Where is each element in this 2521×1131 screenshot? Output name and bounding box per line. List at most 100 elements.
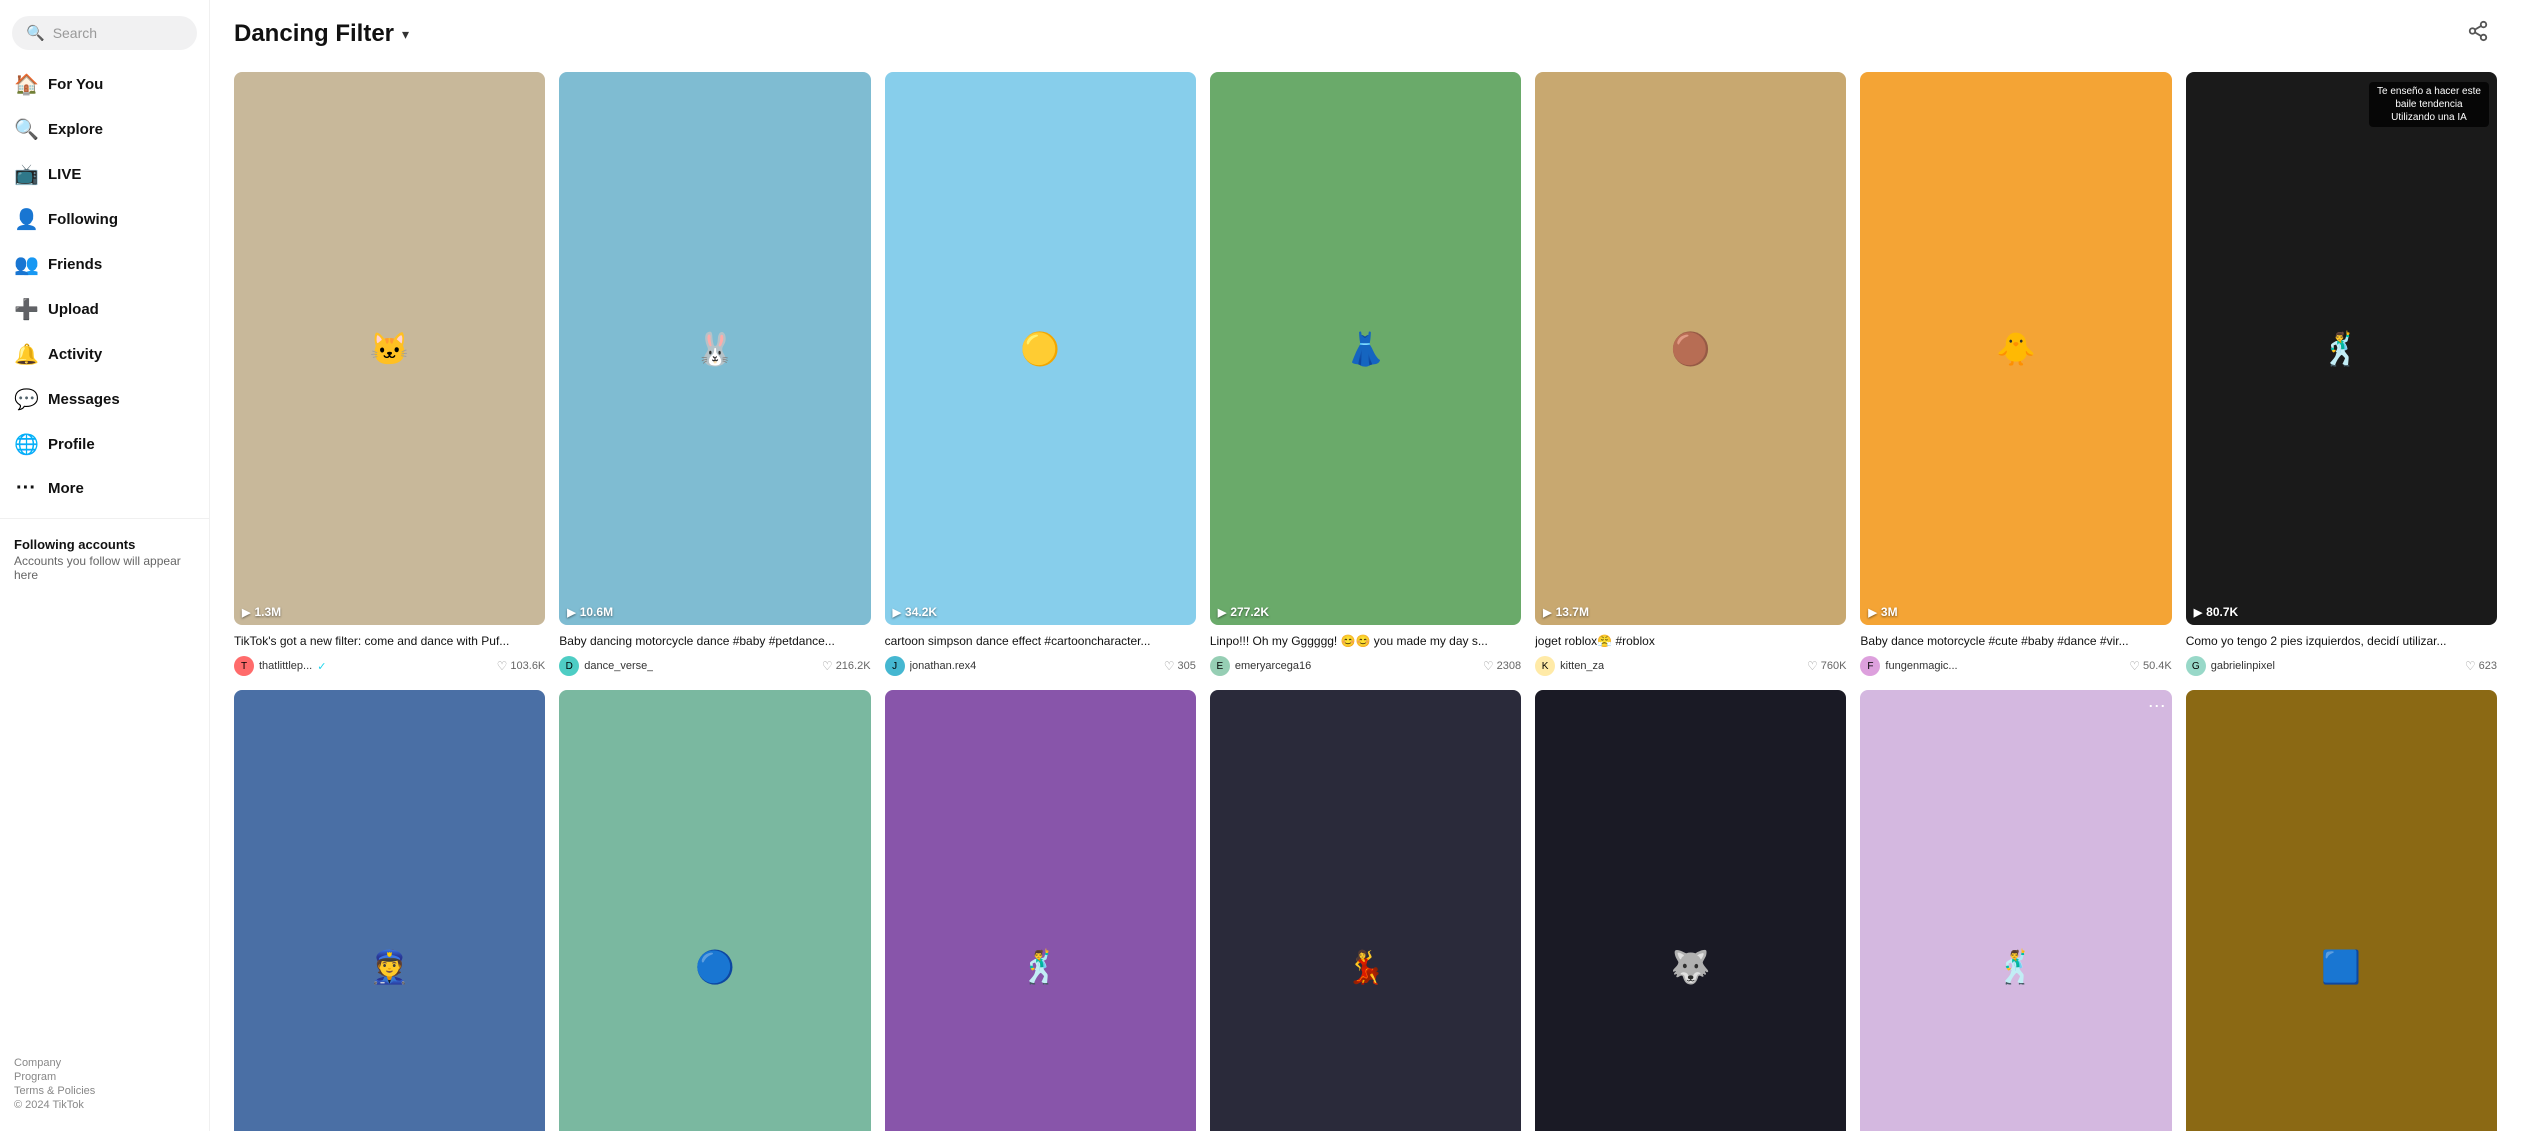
video-card[interactable]: 🟦 ▶ 25.5K Little dancers 😂😂😂 #dancer #fu… xyxy=(2186,690,2497,1131)
video-card[interactable]: 🐰 ▶ 10.6M Baby dancing motorcycle dance … xyxy=(559,72,870,676)
for-you-icon: 🏠 xyxy=(14,72,38,97)
author-name: dance_verse_ xyxy=(584,660,653,672)
following-accounts-sub: Accounts you follow will appear here xyxy=(14,554,195,582)
video-thumbnail: 💃 ▶ 1.5M xyxy=(1210,690,1521,1131)
author-name: fungenmagic... xyxy=(1885,660,1957,672)
video-emoji: 🕺 xyxy=(1860,690,2171,1131)
explore-icon: 🔍 xyxy=(14,117,38,142)
profile-icon: 🌐 xyxy=(14,432,38,457)
video-view-count: ▶ 80.7K xyxy=(2194,605,2239,619)
profile-label: Profile xyxy=(48,436,95,453)
video-card[interactable]: 🕺 ⋯ ▶ 10.9M JOGET|2FOTO #stickmandance..… xyxy=(1860,690,2171,1131)
more-label: More xyxy=(48,480,84,497)
page-header: Dancing Filter ▾ xyxy=(234,16,2497,52)
sidebar-item-live[interactable]: 📺 LIVE xyxy=(0,152,209,197)
title-dropdown-icon[interactable]: ▾ xyxy=(402,26,409,43)
search-icon: 🔍 xyxy=(26,24,45,42)
video-card[interactable]: 🕺 ▶ 13.9K Ekspresi orang orang yang foto… xyxy=(885,690,1196,1131)
video-caption: Baby dance motorcycle #cute #baby #dance… xyxy=(1860,633,2171,650)
video-caption: Como yo tengo 2 pies izquierdos, decidí … xyxy=(2186,633,2497,650)
video-thumbnail: 👗 ▶ 277.2K xyxy=(1210,72,1521,625)
video-card[interactable]: 👗 ▶ 277.2K Linpo!!! Oh my Gggggg! 😊😊 you… xyxy=(1210,72,1521,676)
footer-company-link[interactable]: Company xyxy=(14,1057,195,1069)
video-thumbnail: 🕺 ⋯ ▶ 10.9M xyxy=(1860,690,2171,1131)
video-caption: Linpo!!! Oh my Gggggg! 😊😊 you made my da… xyxy=(1210,633,1521,650)
video-emoji: 🕺 xyxy=(2186,72,2497,625)
page-title: Dancing Filter xyxy=(234,20,394,48)
video-emoji: 🕺 xyxy=(885,690,1196,1131)
search-bar[interactable]: 🔍 Search xyxy=(12,16,197,50)
heart-icon: ♡ xyxy=(2129,659,2140,673)
video-card[interactable]: 🐥 ▶ 3M Baby dance motorcycle #cute #baby… xyxy=(1860,72,2171,676)
sidebar-item-following[interactable]: 👤 Following xyxy=(0,197,209,242)
sidebar-item-activity[interactable]: 🔔 Activity xyxy=(0,332,209,377)
author-avatar: G xyxy=(2186,656,2206,676)
video-view-count: ▶ 277.2K xyxy=(1218,605,1269,619)
video-card[interactable]: 🟡 ▶ 34.2K cartoon simpson dance effect #… xyxy=(885,72,1196,676)
footer-program-link[interactable]: Program xyxy=(14,1071,195,1083)
video-thumbnail: 🐰 ▶ 10.6M xyxy=(559,72,870,625)
author-avatar: J xyxy=(885,656,905,676)
activity-label: Activity xyxy=(48,346,102,363)
video-card[interactable]: 🐱 ▶ 1.3M TikTok's got a new filter: come… xyxy=(234,72,545,676)
sidebar-item-friends[interactable]: 👥 Friends xyxy=(0,242,209,287)
sidebar-item-more[interactable]: ··· More xyxy=(0,467,209,510)
video-view-count: ▶ 1.3M xyxy=(242,605,281,619)
following-accounts-section: Following accounts Accounts you follow w… xyxy=(0,527,209,592)
video-caption: joget roblox😤 #roblox xyxy=(1535,633,1846,650)
video-emoji: 🟤 xyxy=(1535,72,1846,625)
video-emoji: 🐰 xyxy=(559,72,870,625)
sidebar-item-for-you[interactable]: 🏠 For You xyxy=(0,62,209,107)
play-icon: ▶ xyxy=(2194,606,2202,619)
heart-icon: ♡ xyxy=(1483,659,1494,673)
footer-terms-link[interactable]: Terms & Policies xyxy=(14,1085,195,1097)
search-placeholder: Search xyxy=(53,25,97,41)
video-thumbnail: 🔵 ▶ 32.1K xyxy=(559,690,870,1131)
sidebar-item-messages[interactable]: 💬 Messages xyxy=(0,377,209,422)
main-nav: 🏠 For You 🔍 Explore 📺 LIVE 👤 Following 👥… xyxy=(0,62,209,510)
video-emoji: 🐺 xyxy=(1535,690,1846,1131)
heart-icon: ♡ xyxy=(1164,659,1175,673)
video-card[interactable]: 💃 ▶ 1.5M This filter is too funny 😂 #cum… xyxy=(1210,690,1521,1131)
video-card[interactable]: 🔵 ▶ 32.1K Inside out 2 sanpchat filter 😂… xyxy=(559,690,870,1131)
likes-count: ♡ 216.2K xyxy=(822,659,871,673)
upload-label: Upload xyxy=(48,301,99,318)
video-card[interactable]: 🕺 Te enseño a hacer este baile tendencia… xyxy=(2186,72,2497,676)
video-caption: Baby dancing motorcycle dance #baby #pet… xyxy=(559,633,870,650)
video-emoji: 🔵 xyxy=(559,690,870,1131)
author-avatar: E xyxy=(1210,656,1230,676)
more-options-button[interactable]: ⋯ xyxy=(2148,696,2166,717)
following-accounts-title: Following accounts xyxy=(14,537,195,552)
sidebar-item-explore[interactable]: 🔍 Explore xyxy=(0,107,209,152)
video-view-count: ▶ 3M xyxy=(1868,605,1897,619)
video-thumbnail: 🐥 ▶ 3M xyxy=(1860,72,2171,625)
sidebar-item-upload[interactable]: ➕ Upload xyxy=(0,287,209,332)
sidebar-item-profile[interactable]: 🌐 Profile xyxy=(0,422,209,467)
video-overlay-text: Te enseño a hacer este baile tendencia U… xyxy=(2369,82,2489,127)
video-author-row: E emeryarcega16 ♡ 2308 xyxy=(1210,656,1521,676)
video-thumbnail: 🕺 Te enseño a hacer este baile tendencia… xyxy=(2186,72,2497,625)
share-button[interactable] xyxy=(2459,16,2497,52)
heart-icon: ♡ xyxy=(1807,659,1818,673)
following-label: Following xyxy=(48,211,118,228)
play-icon: ▶ xyxy=(242,606,250,619)
video-author-row: D dance_verse_ ♡ 216.2K xyxy=(559,656,870,676)
video-view-count: ▶ 13.7M xyxy=(1543,605,1589,619)
video-grid: 🐱 ▶ 1.3M TikTok's got a new filter: come… xyxy=(234,72,2497,1131)
page-title-row: Dancing Filter ▾ xyxy=(234,20,409,48)
author-info: T thatlittlep... ✓ xyxy=(234,656,326,676)
messages-label: Messages xyxy=(48,391,120,408)
author-info: J jonathan.rex4 xyxy=(885,656,977,676)
play-icon: ▶ xyxy=(1218,606,1226,619)
video-emoji: 🟡 xyxy=(885,72,1196,625)
video-caption: cartoon simpson dance effect #cartooncha… xyxy=(885,633,1196,650)
video-card[interactable]: 🐺 ▶ 63.7K Dancing Wolf Filter S swimknot… xyxy=(1535,690,1846,1131)
video-thumbnail: 🐺 ▶ 63.7K xyxy=(1535,690,1846,1131)
author-info: F fungenmagic... xyxy=(1860,656,1957,676)
video-thumbnail: 👮 ▶ 40M xyxy=(234,690,545,1131)
video-view-count: ▶ 34.2K xyxy=(893,605,938,619)
author-info: E emeryarcega16 xyxy=(1210,656,1311,676)
author-info: G gabrielinpixel xyxy=(2186,656,2275,676)
video-card[interactable]: 👮 ▶ 40M #baby #kids #babydance #kidsofti… xyxy=(234,690,545,1131)
video-card[interactable]: 🟤 ▶ 13.7M joget roblox😤 #roblox K kitten… xyxy=(1535,72,1846,676)
